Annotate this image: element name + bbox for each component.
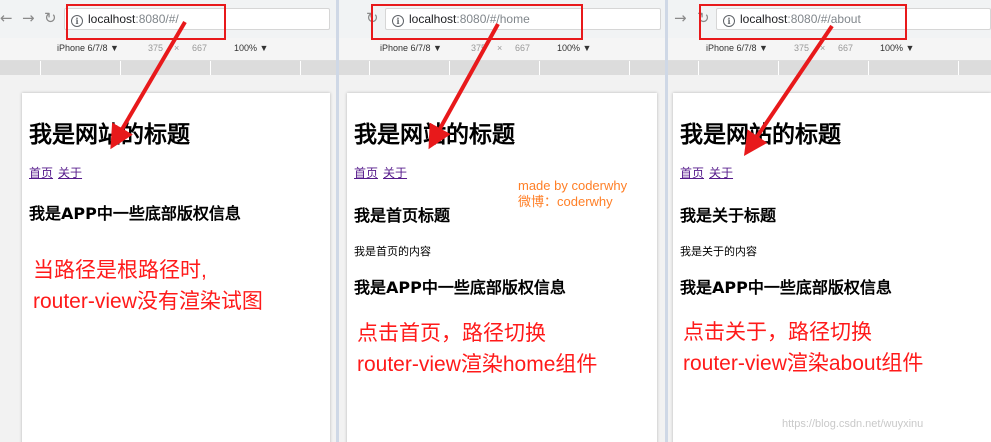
height-field[interactable]: 667 <box>838 43 853 53</box>
device-toolbar: iPhone 6/7/8 ▼ 375 × 667 100% ▼ <box>0 38 336 61</box>
device-select[interactable]: iPhone 6/7/8 ▼ <box>380 43 442 53</box>
link-about[interactable]: 关于 <box>383 166 407 180</box>
footer-text: 我是APP中一些底部版权信息 <box>29 204 241 223</box>
forward-arrow-icon[interactable]: → <box>22 9 35 27</box>
nav-links: 首页 关于 <box>29 164 87 181</box>
phone-screen: 我是网站的标题 首页 关于 我是关于标题 我是关于的内容 我是APP中一些底部版权… <box>673 93 991 442</box>
device-select[interactable]: iPhone 6/7/8 ▼ <box>57 43 119 53</box>
height-field[interactable]: 667 <box>192 43 207 53</box>
nav-links: 首页 关于 <box>680 164 738 181</box>
url-highlight-box <box>699 4 907 40</box>
url-highlight-box <box>371 4 583 40</box>
annotation-line: router-view没有渲染试图 <box>33 290 263 313</box>
forward-arrow-icon[interactable]: ← <box>0 9 13 27</box>
watermark: https://blog.csdn.net/wuyxinu <box>782 418 924 430</box>
browser-panel-root: ← → ↻ i localhost:8080/#/ iPhone 6/7/8 ▼ … <box>0 0 336 442</box>
width-field[interactable]: 375 <box>148 43 163 53</box>
ruler-bar <box>668 61 991 75</box>
annotation-root: 当路径是根路径时, router-view没有渲染试图 <box>33 255 263 317</box>
height-field[interactable]: 667 <box>515 43 530 53</box>
url-highlight-box <box>66 4 226 40</box>
home-heading: 我是首页标题 <box>354 206 451 225</box>
annotation-line: 点击关于，路径切换 <box>683 321 872 344</box>
ruler-bar <box>339 61 665 75</box>
link-home[interactable]: 首页 <box>680 166 704 180</box>
device-select[interactable]: iPhone 6/7/8 ▼ <box>706 43 768 53</box>
link-home[interactable]: 首页 <box>29 166 53 180</box>
nav-links: 首页 关于 <box>354 164 412 181</box>
annotation-line: router-view渲染about组件 <box>683 352 924 375</box>
annotation-line: 当路径是根路径时, <box>33 259 207 282</box>
footer-text: 我是APP中一些底部版权信息 <box>354 278 566 297</box>
link-about[interactable]: 关于 <box>709 166 733 180</box>
ruler-bar <box>0 61 336 75</box>
width-field[interactable]: 375 <box>794 43 809 53</box>
forward-arrow-icon[interactable]: → <box>674 9 687 27</box>
site-title: 我是网站的标题 <box>680 122 841 148</box>
times-sign: × <box>497 43 503 53</box>
device-toolbar: iPhone 6/7/8 ▼ 375 × 667 100% ▼ <box>668 38 991 61</box>
zoom-select[interactable]: 100% ▼ <box>234 43 268 53</box>
times-sign: × <box>820 43 826 53</box>
credit-line: 微博：coderwhy <box>518 194 613 209</box>
times-sign: × <box>174 43 180 53</box>
annotation-about: 点击关于，路径切换 router-view渲染about组件 <box>683 317 923 379</box>
credit-text: made by coderwhy 微博：coderwhy <box>518 178 627 210</box>
site-title: 我是网站的标题 <box>29 122 190 148</box>
device-viewport: 我是网站的标题 首页 关于 我是关于标题 我是关于的内容 我是APP中一些底部版权… <box>668 75 991 442</box>
site-title: 我是网站的标题 <box>354 122 515 148</box>
annotation-line: router-view渲染home组件 <box>357 353 598 376</box>
reload-icon[interactable]: ↻ <box>44 9 57 27</box>
link-home[interactable]: 首页 <box>354 166 378 180</box>
credit-line: made by coderwhy <box>518 178 628 193</box>
width-field[interactable]: 375 <box>471 43 486 53</box>
annotation-home: 点击首页，路径切换 router-view渲染home组件 <box>357 318 597 380</box>
phone-screen: 我是网站的标题 首页 关于 我是首页标题 我是首页的内容 我是APP中一些底部版权… <box>347 93 657 442</box>
about-content: 我是关于的内容 <box>680 245 757 258</box>
zoom-select[interactable]: 100% ▼ <box>557 43 591 53</box>
about-heading: 我是关于标题 <box>680 206 777 225</box>
link-about[interactable]: 关于 <box>58 166 82 180</box>
annotation-line: 点击首页，路径切换 <box>357 322 546 345</box>
device-toolbar: iPhone 6/7/8 ▼ 375 × 667 100% ▼ <box>339 38 665 61</box>
device-viewport: 我是网站的标题 首页 关于 我是首页标题 我是首页的内容 我是APP中一些底部版权… <box>339 75 665 442</box>
home-content: 我是首页的内容 <box>354 245 431 258</box>
zoom-select[interactable]: 100% ▼ <box>880 43 914 53</box>
footer-text: 我是APP中一些底部版权信息 <box>680 278 892 297</box>
